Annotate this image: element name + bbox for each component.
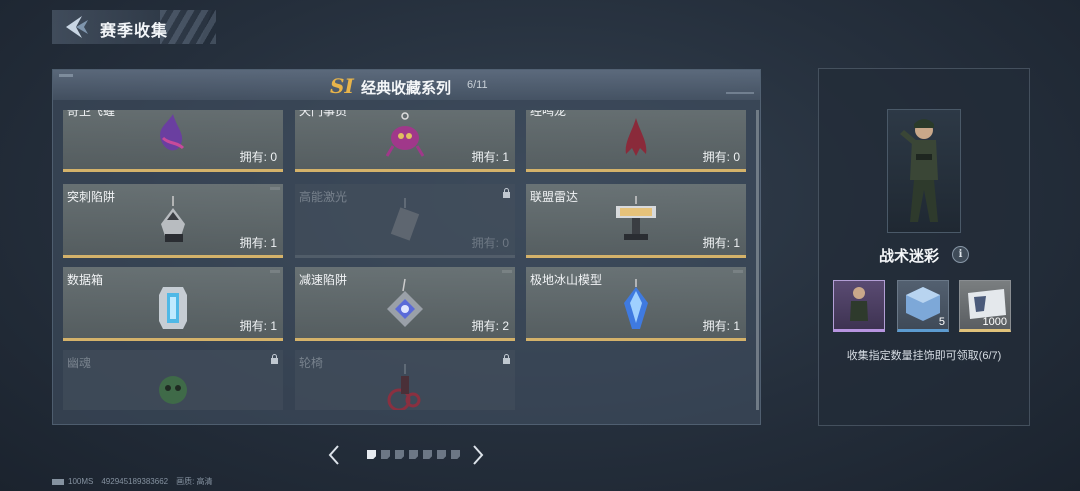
collection-card[interactable]: 减速陷阱 拥有: 2: [295, 267, 515, 341]
lock-icon: [503, 354, 510, 364]
collection-card[interactable]: 数据箱 拥有: 1: [63, 267, 283, 341]
card-name: 天门事员: [299, 110, 348, 118]
collection-card-locked[interactable]: 幽魂: [63, 350, 283, 410]
page-dot[interactable]: [437, 450, 446, 459]
owned-count: 拥有: 0: [471, 236, 509, 250]
reward-preview: [887, 109, 961, 233]
radar-charm-icon: [616, 196, 656, 240]
top-bar-stripes: [160, 10, 216, 44]
lock-icon: [503, 188, 510, 198]
card-name: 高能激光: [299, 190, 348, 204]
reward-slot-ticket[interactable]: 1000: [959, 280, 1011, 332]
graphics-quality: 画质: 高清: [176, 477, 213, 486]
owned-count: 拥有: 1: [471, 150, 509, 164]
series-progress: 6/11: [467, 79, 488, 91]
item-quantity: 5: [938, 316, 945, 328]
header-decoration: [59, 74, 73, 77]
collection-card[interactable]: 突刺陷阱 拥有: 1: [63, 184, 283, 258]
lock-icon: [271, 354, 278, 364]
page-dot[interactable]: [451, 450, 460, 459]
card-name: 经鸣龙: [530, 110, 567, 118]
page-dot[interactable]: [381, 450, 390, 459]
reward-panel: 战术迷彩 i 5 1000 收集指定数量挂饰即可领取(6/7): [818, 68, 1030, 426]
card-name: 联盟雷达: [530, 190, 579, 204]
card-corner: [270, 270, 280, 273]
scrollbar[interactable]: [756, 110, 759, 410]
ghost-skull-icon: [159, 376, 187, 404]
iceberg-model-icon: [624, 279, 648, 329]
item-quantity: 1000: [982, 316, 1007, 328]
card-corner: [733, 270, 743, 273]
collection-card[interactable]: 极地冰山模型 拥有: 1: [526, 267, 746, 341]
reward-name: 战术迷彩: [879, 248, 940, 265]
collection-grid: 奇卫飞蝗 拥有: 0 天门事员 拥有: 1 经鸣龙 拥有: 0 突刺陷阱 拥有:…: [63, 110, 753, 410]
status-footer: 100MS 492945189383662 画质: 高清: [52, 476, 221, 487]
panel-header: SI 经典收藏系列 6/11: [53, 70, 760, 100]
character-portrait-icon: [850, 287, 868, 321]
soldier-character-icon: [900, 119, 938, 222]
page-title: 赛季收集: [100, 23, 169, 40]
card-name: 数据箱: [67, 273, 104, 287]
owned-count: 拥有: 1: [239, 236, 277, 250]
chevron-right-icon[interactable]: [471, 444, 485, 466]
page-dot[interactable]: [423, 450, 432, 459]
owned-count: 拥有: 2: [471, 319, 509, 333]
card-name: 幽魂: [67, 356, 92, 370]
collection-card[interactable]: 天门事员 拥有: 1: [295, 110, 515, 172]
card-name: 突刺陷阱: [67, 190, 116, 204]
card-name: 奇卫飞蝗: [67, 110, 116, 118]
collect-requirement: 收集指定数量挂饰即可领取(6/7): [846, 350, 1002, 362]
card-name: 极地冰山模型: [530, 273, 603, 287]
header-decoration: [726, 92, 754, 94]
collection-panel: SI 经典收藏系列 6/11 奇卫飞蝗 拥有: 0 天门事员 拥有: 1 经鸣龙…: [52, 69, 761, 425]
dragon-charm-icon: [160, 114, 185, 151]
collection-card[interactable]: 经鸣龙 拥有: 0: [526, 110, 746, 172]
signal-icon: [52, 478, 64, 485]
laser-charm-icon: [390, 198, 420, 241]
wheelchair-charm-icon: [387, 364, 421, 410]
reward-slot-crate[interactable]: 5: [897, 280, 949, 332]
owned-count: 拥有: 0: [239, 150, 277, 164]
owned-count: 拥有: 1: [239, 319, 277, 333]
collection-card-locked[interactable]: 高能激光 拥有: 0: [295, 184, 515, 258]
scroll-thumb[interactable]: [756, 110, 759, 410]
season-badge: SI: [330, 74, 354, 98]
card-name: 轮椅: [299, 356, 324, 370]
spike-trap-icon: [161, 196, 185, 242]
chevron-left-icon[interactable]: [327, 444, 341, 466]
card-corner: [270, 187, 280, 190]
owned-count: 拥有: 1: [702, 236, 740, 250]
collection-card[interactable]: 联盟雷达 拥有: 1: [526, 184, 746, 258]
collection-card[interactable]: 奇卫飞蝗 拥有: 0: [63, 110, 283, 172]
series-title: 经典收藏系列: [361, 80, 452, 97]
slow-trap-icon: [387, 278, 423, 327]
ping-value: 100MS: [68, 477, 94, 486]
page-dot[interactable]: [395, 450, 404, 459]
owned-count: 拥有: 0: [702, 150, 740, 164]
back-arrow-icon[interactable]: [62, 14, 90, 40]
collection-card-locked[interactable]: 轮椅: [295, 350, 515, 410]
data-box-icon: [159, 287, 187, 329]
page-dot[interactable]: [409, 450, 418, 459]
info-icon[interactable]: i: [952, 246, 969, 263]
player-id: 492945189383662: [101, 477, 169, 486]
page-dot-active[interactable]: [367, 450, 376, 459]
reward-slot-character[interactable]: [833, 280, 885, 332]
card-name: 减速陷阱: [299, 273, 348, 287]
claw-charm-icon: [625, 118, 647, 156]
creature-charm-icon: [385, 112, 425, 157]
owned-count: 拥有: 1: [702, 319, 740, 333]
card-corner: [502, 270, 512, 273]
